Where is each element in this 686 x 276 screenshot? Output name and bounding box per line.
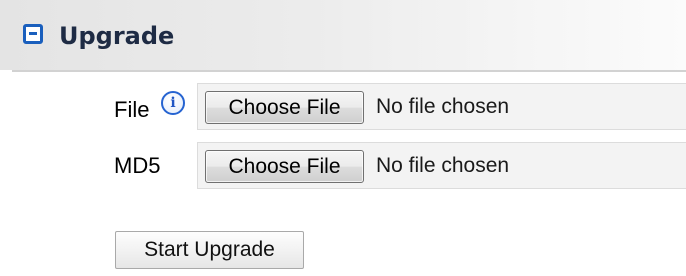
header-divider bbox=[12, 70, 686, 72]
collapse-icon[interactable] bbox=[23, 24, 43, 44]
md5-choose-button[interactable]: Choose File bbox=[205, 150, 364, 183]
upgrade-page: Upgrade File i Choose File No file chose… bbox=[0, 0, 686, 276]
file-status-text: No file chosen bbox=[376, 95, 510, 118]
file-label: File bbox=[114, 97, 150, 122]
minus-bar bbox=[29, 32, 37, 35]
file-choose-button[interactable]: Choose File bbox=[205, 91, 364, 124]
section-title: Upgrade bbox=[59, 22, 175, 50]
md5-status-text: No file chosen bbox=[376, 154, 510, 177]
file-input[interactable]: Choose File No file chosen bbox=[197, 83, 686, 130]
md5-input[interactable]: Choose File No file chosen bbox=[197, 142, 686, 189]
section-header: Upgrade bbox=[0, 0, 686, 70]
md5-label: MD5 bbox=[114, 153, 161, 178]
info-icon[interactable]: i bbox=[161, 91, 185, 115]
start-upgrade-button[interactable]: Start Upgrade bbox=[115, 231, 304, 269]
